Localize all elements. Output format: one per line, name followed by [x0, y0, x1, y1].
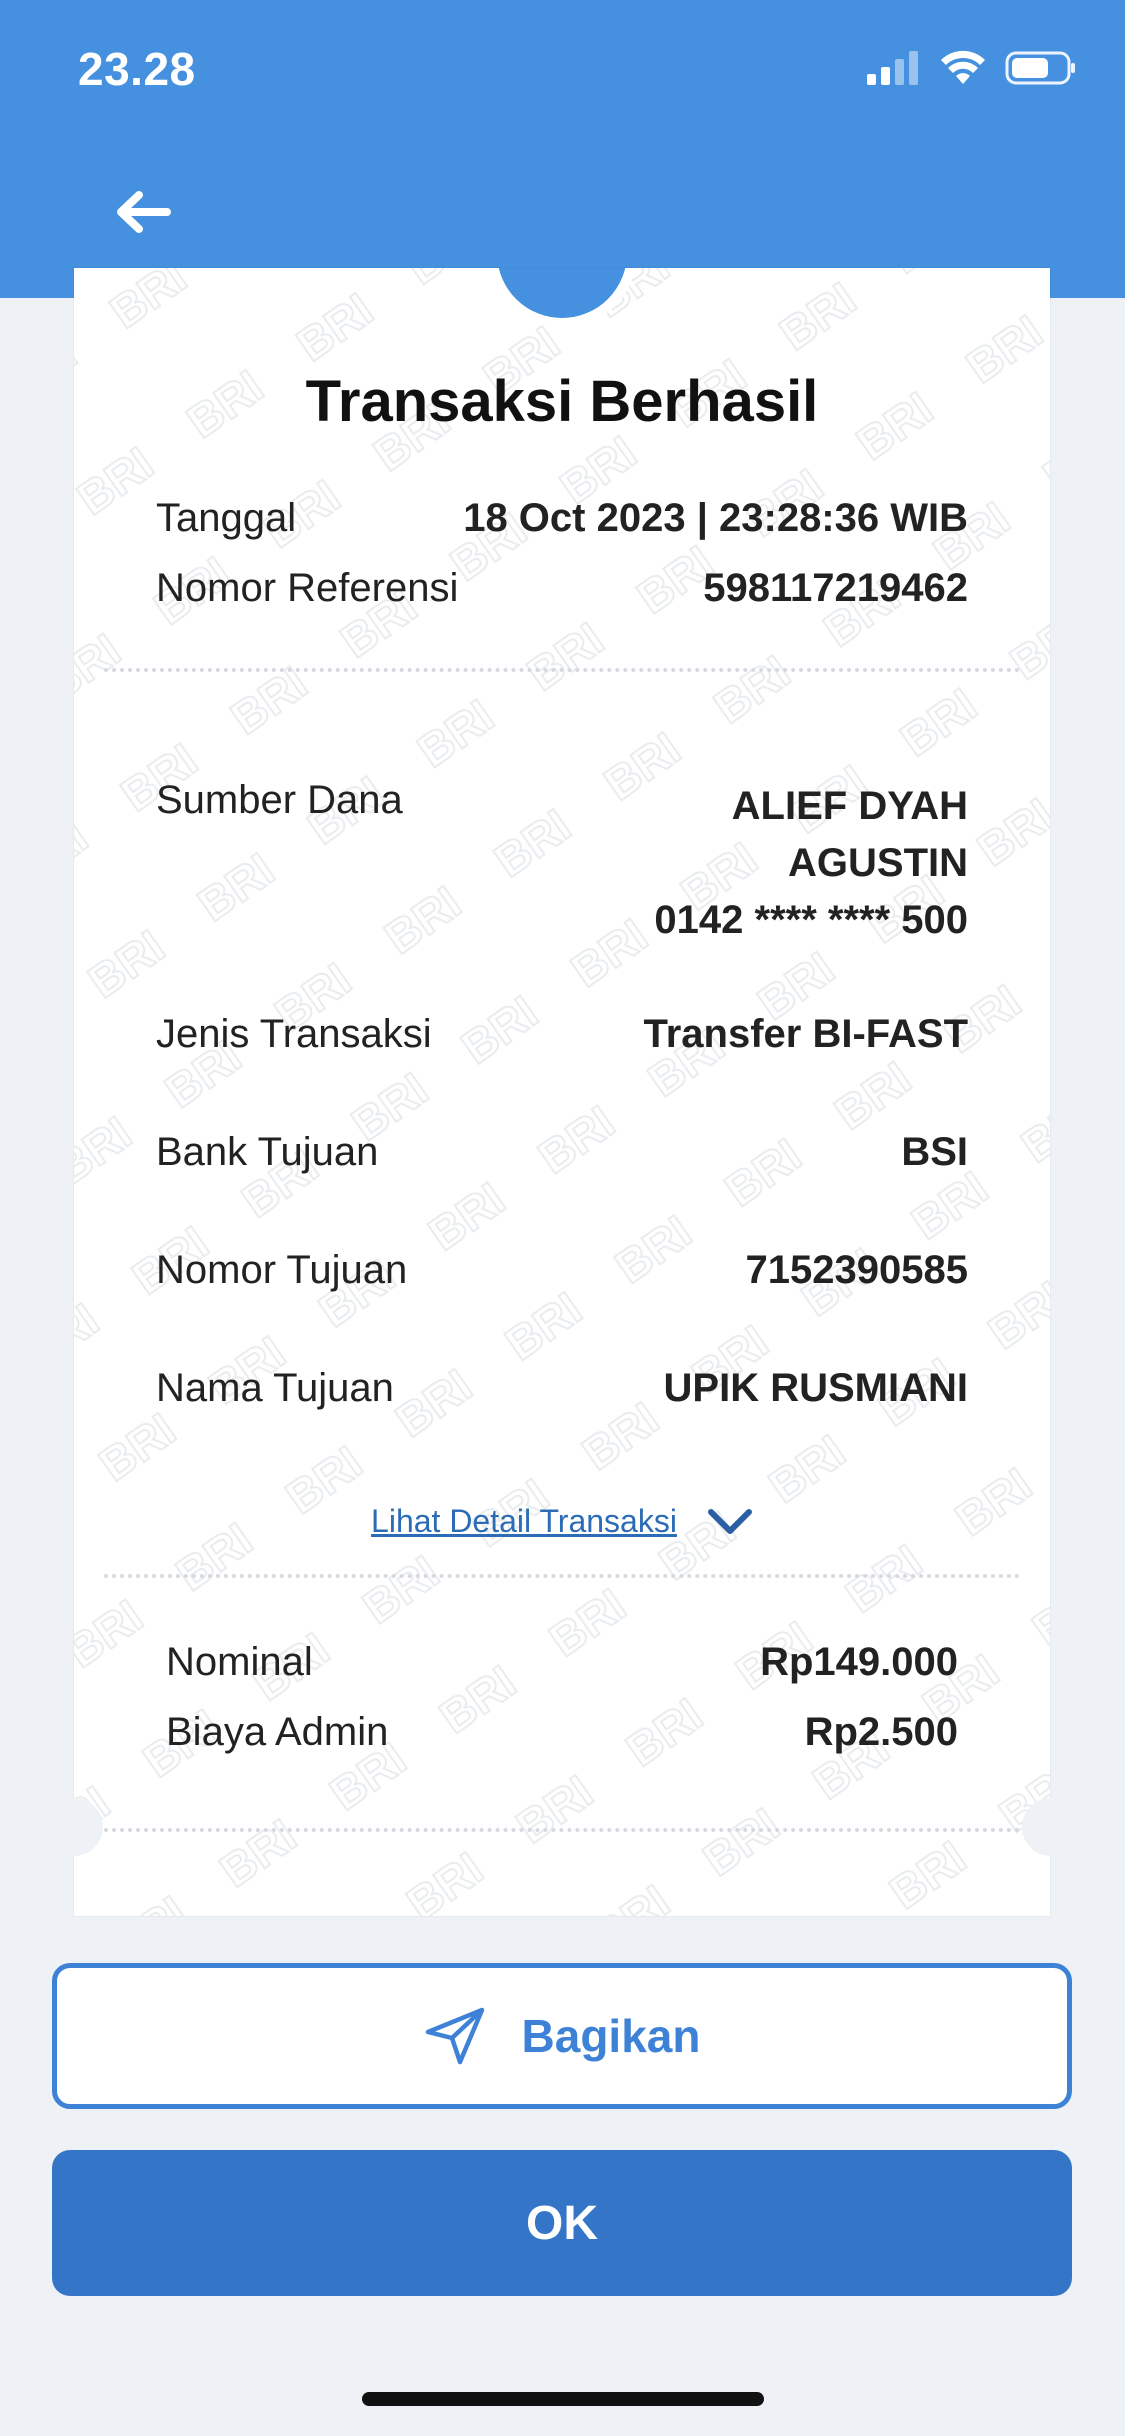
home-indicator: [362, 2392, 764, 2406]
detail-label: Nomor Tujuan: [156, 1248, 408, 1292]
source-value: ALIEF DYAH AGUSTIN 0142 **** **** 500: [654, 778, 968, 949]
source-label: Sumber Dana: [156, 778, 403, 822]
receipt-notch-left: [45, 1798, 103, 1856]
chevron-down-icon: [707, 1508, 752, 1534]
detail-link-label: Lihat Detail Transaksi: [371, 1503, 677, 1539]
divider: [104, 1828, 1020, 1832]
date-label: Tanggal: [156, 496, 297, 540]
detail-value: Transfer BI-FAST: [643, 1012, 968, 1056]
arrow-left-icon: [117, 191, 171, 233]
share-label: Bagikan: [521, 2010, 701, 2062]
detail-label: Bank Tujuan: [156, 1130, 379, 1174]
reference-value: 598117219462: [703, 566, 968, 610]
status-time: 23.28: [78, 43, 196, 95]
source-row: Sumber Dana ALIEF DYAH AGUSTIN 0142 ****…: [156, 778, 968, 949]
source-account: 0142 **** **** 500: [654, 898, 968, 942]
reference-label: Nomor Referensi: [156, 566, 459, 610]
header-bar: 23.28: [0, 0, 1125, 298]
date-value: 18 Oct 2023 | 23:28:36 WIB: [463, 496, 968, 540]
view-transaction-detail-link[interactable]: Lihat Detail Transaksi: [74, 1503, 1050, 1540]
divider: [104, 1574, 1020, 1578]
back-button[interactable]: [108, 182, 178, 242]
divider: [104, 668, 1020, 672]
detail-value: 7152390585: [745, 1248, 968, 1292]
detail-value: UPIK RUSMIANI: [663, 1366, 968, 1410]
detail-label: Jenis Transaksi: [156, 1012, 432, 1056]
status-icons: [865, 48, 1077, 88]
send-icon: [425, 2007, 484, 2065]
detail-row-destination-name: Nama Tujuan UPIK RUSMIANI: [156, 1366, 968, 1411]
signal-icon: [867, 51, 918, 85]
amount-value: Rp149.000: [760, 1640, 958, 1684]
detail-row-transaction-type: Jenis Transaksi Transfer BI-FAST: [156, 1012, 968, 1057]
summary-row-date: Tanggal 18 Oct 2023 | 23:28:36 WIB: [156, 496, 968, 541]
bank-logo: [487, 268, 637, 328]
detail-label: Nama Tujuan: [156, 1366, 394, 1410]
wifi-icon: [941, 50, 985, 84]
source-name-line1: ALIEF DYAH: [731, 784, 968, 828]
amount-label: Biaya Admin: [166, 1710, 389, 1754]
battery-icon: [1005, 51, 1075, 85]
detail-value: BSI: [901, 1130, 968, 1174]
receipt-card: BRI Transaksi Berhasil Tanggal 18 Oct 20…: [74, 268, 1050, 1916]
receipt-notch-right: [1022, 1798, 1080, 1856]
summary-row-reference: Nomor Referensi 598117219462: [156, 566, 968, 611]
share-button[interactable]: Bagikan: [52, 1963, 1072, 2109]
source-name-line2: AGUSTIN: [788, 841, 968, 885]
amount-row-nominal: Nominal Rp149.000: [166, 1640, 958, 1685]
detail-row-destination-bank: Bank Tujuan BSI: [156, 1130, 968, 1175]
amount-value: Rp2.500: [804, 1710, 958, 1754]
amount-label: Nominal: [166, 1640, 313, 1684]
ok-button[interactable]: OK: [52, 2150, 1072, 2296]
amount-row-admin-fee: Biaya Admin Rp2.500: [166, 1710, 958, 1755]
detail-row-destination-number: Nomor Tujuan 7152390585: [156, 1248, 968, 1293]
receipt-title: Transaksi Berhasil: [305, 369, 819, 434]
